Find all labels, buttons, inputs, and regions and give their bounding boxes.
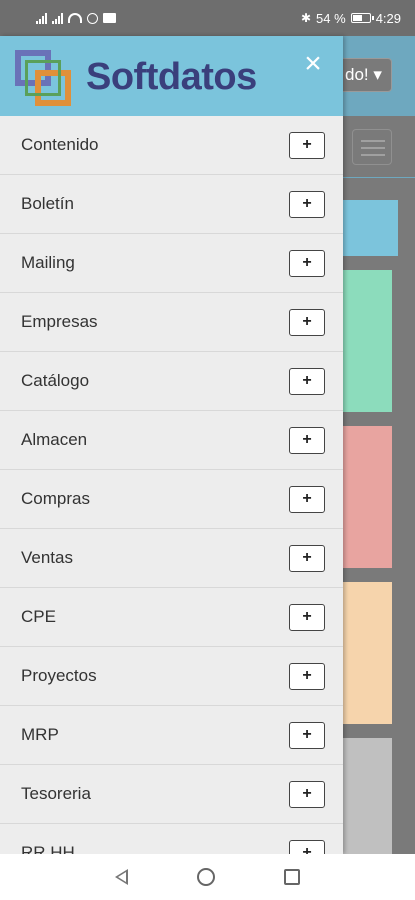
signal-icon — [52, 12, 63, 24]
status-left-icons — [36, 12, 116, 24]
menu-item-ventas[interactable]: Ventas + — [0, 529, 343, 588]
menu-item-empresas[interactable]: Empresas + — [0, 293, 343, 352]
menu-item-tesoreria[interactable]: Tesoreria + — [0, 765, 343, 824]
menu-item-label: Ventas — [21, 548, 73, 567]
greeting-dropdown[interactable]: do! ▾ — [336, 58, 392, 92]
expand-button[interactable]: + — [289, 308, 325, 336]
menu-item-label: Contenido — [21, 135, 99, 154]
expand-button[interactable]: + — [289, 662, 325, 690]
menu-item-rr-hh[interactable]: RR.HH. + — [0, 824, 343, 854]
wifi-icon — [68, 13, 82, 23]
dashboard-card[interactable] — [342, 426, 392, 568]
recent-apps-icon[interactable] — [284, 869, 301, 885]
hamburger-menu-button[interactable] — [352, 129, 392, 165]
menu-item-label: Boletín — [21, 194, 74, 213]
expand-button[interactable]: + — [289, 780, 325, 808]
clock: 4:29 — [375, 10, 401, 26]
expand-button[interactable]: + — [289, 190, 325, 218]
menu-item-label: CPE — [21, 607, 56, 626]
expand-button[interactable]: + — [289, 839, 325, 854]
expand-button[interactable]: + — [289, 603, 325, 631]
dashboard-card[interactable] — [342, 582, 392, 724]
menu-item-label: Tesoreria — [21, 784, 91, 803]
expand-button[interactable]: + — [289, 367, 325, 395]
battery-icon — [350, 13, 374, 23]
expand-button[interactable]: + — [289, 485, 325, 513]
back-icon[interactable] — [114, 869, 128, 885]
menu-item-contenido[interactable]: Contenido + — [0, 116, 343, 175]
menu-item-label: RR.HH. — [21, 843, 80, 854]
menu-item-mrp[interactable]: MRP + — [0, 706, 343, 765]
menu-item-bolet-n[interactable]: Boletín + — [0, 175, 343, 234]
mail-icon — [103, 13, 116, 23]
bluetooth-icon: ✱ — [300, 11, 312, 25]
brand-name: Softdatos — [86, 56, 257, 98]
menu-item-cpe[interactable]: CPE + — [0, 588, 343, 647]
expand-button[interactable]: + — [289, 131, 325, 159]
signal-icon — [36, 12, 47, 24]
dashboard-card[interactable] — [342, 200, 398, 256]
status-bar: ✱ 54 % 4:29 — [0, 0, 415, 36]
close-icon[interactable]: × — [299, 49, 327, 79]
status-right-icons: ✱ 54 % 4:29 — [301, 11, 401, 26]
system-nav-bar — [0, 854, 415, 900]
menu-item-label: Almacen — [21, 430, 88, 449]
menu-item-label: Empresas — [21, 312, 98, 331]
navigation-drawer: Softdatos × Contenido + Boletín + Mailing + Em… — [0, 36, 343, 854]
menu-item-compras[interactable]: Compras + — [0, 470, 343, 529]
battery-percent: 54 % — [316, 10, 346, 26]
logo-icon — [15, 50, 75, 108]
expand-button[interactable]: + — [289, 426, 325, 454]
dashboard-card[interactable] — [342, 738, 392, 858]
menu-item-label: Mailing — [21, 253, 75, 272]
dashboard-card[interactable] — [342, 270, 392, 412]
alarm-icon — [87, 12, 98, 24]
menu-item-label: Proyectos — [21, 666, 97, 685]
menu-item-cat-logo[interactable]: Catálogo + — [0, 352, 343, 411]
expand-button[interactable]: + — [289, 249, 325, 277]
menu-item-label: Catálogo — [21, 371, 90, 390]
background-toolbar — [342, 116, 415, 178]
menu-item-proyectos[interactable]: Proyectos + — [0, 647, 343, 706]
drawer-header: Softdatos × — [0, 36, 343, 116]
menu-list: Contenido + Boletín + Mailing + Empresas + Catál… — [0, 116, 343, 854]
expand-button[interactable]: + — [289, 544, 325, 572]
expand-button[interactable]: + — [289, 721, 325, 749]
menu-item-label: MRP — [21, 725, 59, 744]
menu-item-label: Compras — [21, 489, 90, 508]
menu-item-almacen[interactable]: Almacen + — [0, 411, 343, 470]
home-icon[interactable] — [196, 868, 215, 886]
menu-item-mailing[interactable]: Mailing + — [0, 234, 343, 293]
